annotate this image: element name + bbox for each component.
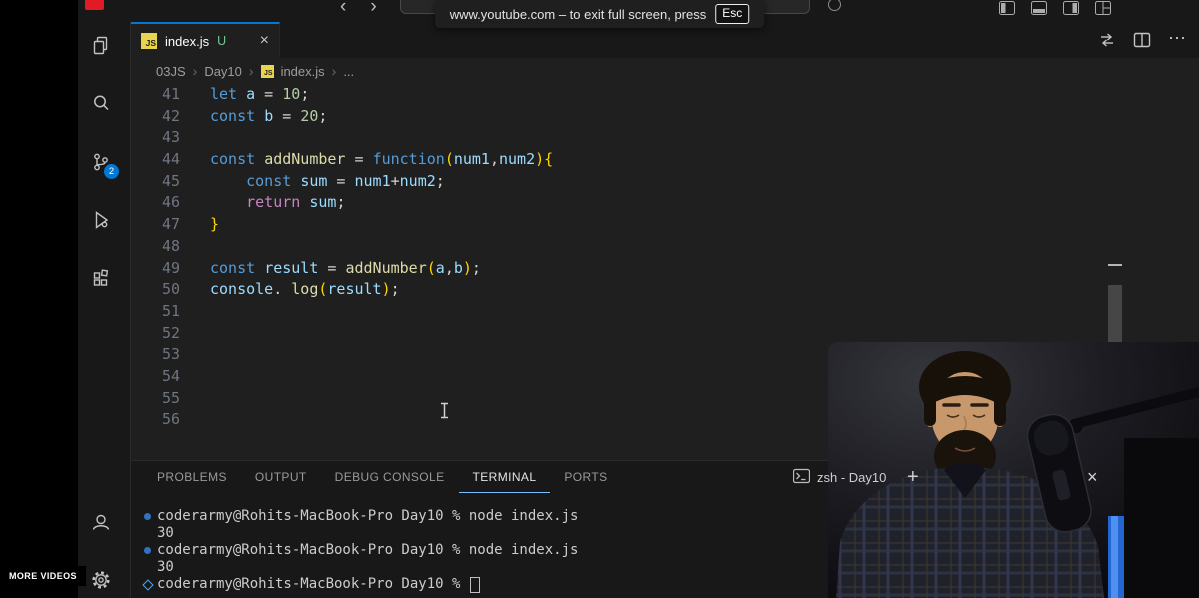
- panel-close-icon[interactable]: ×: [1087, 461, 1098, 493]
- fullscreen-notification: www.youtube.com – to exit full screen, p…: [434, 0, 765, 28]
- editor-actions: ⋯: [1098, 22, 1199, 58]
- settings-gear-icon[interactable]: [89, 568, 113, 592]
- code-line[interactable]: 43: [131, 127, 1199, 149]
- compare-changes-icon[interactable]: [1098, 31, 1116, 49]
- breadcrumb-folder-day10[interactable]: Day10: [204, 64, 242, 79]
- chevron-right-icon: ›: [331, 63, 337, 79]
- recording-indicator: [85, 0, 104, 10]
- chevron-right-icon: ›: [248, 63, 254, 79]
- command-decoration-icon: [144, 547, 157, 554]
- code-line[interactable]: 50 console. log(result);: [131, 279, 1199, 301]
- terminal-session-label: zsh - Day10: [817, 469, 887, 485]
- video-letterbox: [0, 0, 78, 598]
- overview-ruler-mark: [1108, 264, 1122, 266]
- more-videos-button[interactable]: MORE VIDEOS: [0, 566, 86, 586]
- history-nav: ‹ ›: [340, 0, 377, 18]
- code-line[interactable]: 51: [131, 301, 1199, 323]
- chevron-right-icon: ›: [192, 63, 198, 79]
- mouse-ibeam-cursor: [439, 402, 450, 424]
- line-number[interactable]: 50: [131, 279, 180, 301]
- code-line[interactable]: 41 let a = 10;: [131, 84, 1199, 106]
- terminal-icon: [792, 468, 811, 487]
- line-number[interactable]: 46: [131, 192, 180, 214]
- breadcrumb-file-indexjs[interactable]: index.js: [281, 64, 325, 79]
- line-number[interactable]: 43: [131, 127, 180, 149]
- nav-forward-icon[interactable]: ›: [370, 0, 376, 18]
- toggle-panel-icon[interactable]: [1031, 1, 1047, 15]
- line-number[interactable]: 42: [131, 106, 180, 128]
- line-number[interactable]: 47: [131, 214, 180, 236]
- code-line[interactable]: 45 const sum = num1+num2;: [131, 171, 1199, 193]
- vscode-window: ‹ › 2 JS index.js U × ⋯ 03JS › Day10 › J…: [0, 0, 1199, 598]
- more-actions-icon[interactable]: ⋯: [1168, 29, 1186, 47]
- line-number[interactable]: 54: [131, 366, 180, 388]
- customize-layout-icon[interactable]: [1095, 1, 1111, 15]
- split-editor-icon[interactable]: [1133, 31, 1151, 49]
- run-debug-icon[interactable]: [89, 208, 113, 232]
- line-number[interactable]: 48: [131, 236, 180, 258]
- nav-back-icon[interactable]: ‹: [340, 0, 346, 18]
- js-file-icon: JS: [141, 33, 157, 49]
- notification-text: www.youtube.com – to exit full screen, p…: [449, 6, 707, 22]
- line-number[interactable]: 49: [131, 258, 180, 280]
- line-number[interactable]: 51: [131, 301, 180, 323]
- code-line[interactable]: 52: [131, 323, 1199, 345]
- panel-tab-ports[interactable]: PORTS: [550, 461, 621, 493]
- explorer-icon[interactable]: [89, 34, 113, 58]
- source-control-badge: 2: [104, 164, 119, 179]
- line-number[interactable]: 52: [131, 323, 180, 345]
- account-icon[interactable]: [89, 510, 113, 534]
- breadcrumb: 03JS › Day10 › JS index.js › ...: [131, 58, 1199, 84]
- search-icon[interactable]: [89, 91, 113, 115]
- line-number[interactable]: 55: [131, 388, 180, 410]
- layout-controls: [999, 1, 1111, 15]
- prompt-decoration-icon: [144, 581, 157, 589]
- terminal-session-selector[interactable]: zsh - Day10: [792, 461, 887, 493]
- code-line[interactable]: 47}: [131, 214, 1199, 236]
- breadcrumb-symbol-more[interactable]: ...: [343, 64, 354, 79]
- git-status-badge: U: [217, 34, 227, 48]
- code-line[interactable]: 49 const result = addNumber(a,b);: [131, 258, 1199, 280]
- blue-light-strip: [1108, 516, 1124, 598]
- breadcrumb-folder-03js[interactable]: 03JS: [156, 64, 186, 79]
- activity-bar: 2: [78, 22, 131, 598]
- code-line[interactable]: 48: [131, 236, 1199, 258]
- tab-index-js[interactable]: JS index.js U ×: [131, 22, 280, 58]
- new-terminal-button[interactable]: +: [907, 461, 919, 493]
- panel-tab-terminal[interactable]: TERMINAL: [458, 461, 551, 493]
- js-file-icon: JS: [260, 64, 274, 78]
- panel-tabs: PROBLEMS OUTPUT DEBUG CONSOLE TERMINAL PORTS: [143, 461, 622, 493]
- toggle-sidebar-icon[interactable]: [999, 1, 1015, 15]
- tab-close-icon[interactable]: ×: [260, 33, 269, 49]
- panel-tab-debug-console[interactable]: DEBUG CONSOLE: [321, 461, 459, 493]
- panel-tab-output[interactable]: OUTPUT: [241, 461, 321, 493]
- tab-label: index.js: [165, 33, 210, 49]
- extensions-icon[interactable]: [89, 266, 113, 290]
- line-number[interactable]: 53: [131, 344, 180, 366]
- line-number[interactable]: 56: [131, 409, 180, 431]
- line-number[interactable]: 44: [131, 149, 180, 171]
- terminal-cursor: [469, 576, 480, 593]
- command-decoration-icon: [144, 513, 157, 520]
- panel-tab-problems[interactable]: PROBLEMS: [143, 461, 241, 493]
- code-line[interactable]: 46 return sum;: [131, 192, 1199, 214]
- line-number[interactable]: 45: [131, 171, 180, 193]
- code-line[interactable]: 44 const addNumber = function(num1,num2){: [131, 149, 1199, 171]
- esc-keycap: Esc: [715, 4, 750, 24]
- line-number[interactable]: 41: [131, 84, 180, 106]
- titlebar-account-icon[interactable]: [828, 0, 841, 11]
- toggle-secondary-sidebar-icon[interactable]: [1063, 1, 1079, 15]
- code-line[interactable]: 42 const b = 20;: [131, 106, 1199, 128]
